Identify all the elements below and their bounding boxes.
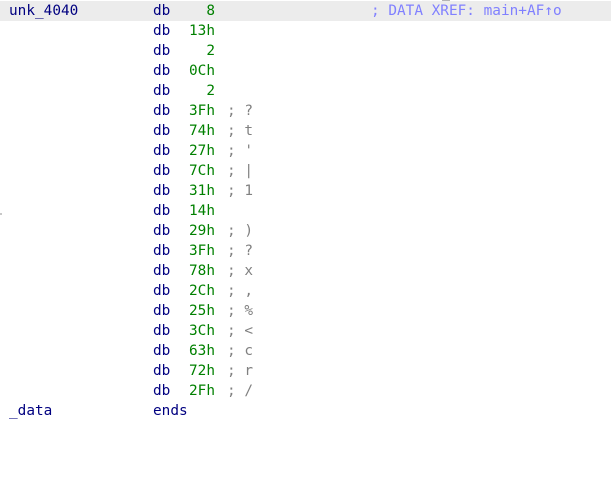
operand: 2Ch bbox=[189, 283, 215, 299]
listing-row-label[interactable]: unk_4040 db 8 ; DATA XREF: main+AF↑o bbox=[0, 1, 611, 21]
scroll-edge-marker bbox=[442, 0, 450, 1]
mnemonic: db bbox=[153, 323, 171, 339]
mnemonic: db bbox=[153, 103, 171, 119]
listing-row[interactable]: db 25h ; % bbox=[0, 301, 611, 321]
operand: 31h bbox=[189, 183, 215, 199]
listing-row[interactable]: db 31h ; 1 bbox=[0, 181, 611, 201]
operand: 3Ch bbox=[189, 323, 215, 339]
operand: 2Fh bbox=[189, 383, 215, 399]
operand: 3Fh bbox=[189, 103, 215, 119]
mnemonic: db bbox=[153, 203, 171, 219]
ascii-comment: ; ? bbox=[227, 243, 253, 259]
mnemonic: db bbox=[153, 243, 171, 259]
mnemonic: db bbox=[153, 343, 171, 359]
mnemonic: db bbox=[153, 383, 171, 399]
mnemonic: db bbox=[153, 23, 171, 39]
mnemonic: db bbox=[153, 163, 171, 179]
segment-name[interactable]: _data bbox=[9, 401, 52, 421]
operand: 3Fh bbox=[189, 243, 215, 259]
ascii-comment: ; % bbox=[227, 303, 253, 319]
listing-row[interactable]: db 2Fh ; / bbox=[0, 381, 611, 401]
operand: 13h bbox=[189, 23, 215, 39]
listing-row[interactable]: db 14h bbox=[0, 201, 611, 221]
mnemonic: db bbox=[153, 223, 171, 239]
ascii-comment: ; ) bbox=[227, 223, 253, 239]
mnemonic: db bbox=[153, 83, 171, 99]
listing-row[interactable]: db 72h ; r bbox=[0, 361, 611, 381]
operand: 2 bbox=[206, 43, 215, 59]
operand: 7Ch bbox=[189, 163, 215, 179]
ascii-comment: ; t bbox=[227, 123, 253, 139]
data-label[interactable]: unk_4040 bbox=[9, 1, 78, 21]
mnemonic: db bbox=[153, 143, 171, 159]
listing-edge-marker bbox=[0, 213, 2, 215]
mnemonic: db bbox=[153, 283, 171, 299]
listing-row[interactable]: db 2 bbox=[0, 41, 611, 61]
ascii-comment: ; 1 bbox=[227, 183, 253, 199]
disassembly-listing[interactable]: unk_4040 db 8 ; DATA XREF: main+AF↑o db … bbox=[0, 1, 611, 421]
operand: 27h bbox=[189, 143, 215, 159]
listing-row[interactable]: db 63h ; c bbox=[0, 341, 611, 361]
operand: 29h bbox=[189, 223, 215, 239]
mnemonic: db bbox=[153, 303, 171, 319]
ascii-comment: ; r bbox=[227, 363, 253, 379]
listing-row[interactable]: db 29h ; ) bbox=[0, 221, 611, 241]
listing-row[interactable]: db 3Fh ; ? bbox=[0, 241, 611, 261]
operand: 2 bbox=[206, 83, 215, 99]
ascii-comment: ; x bbox=[227, 263, 253, 279]
operand: 0Ch bbox=[189, 63, 215, 79]
operand: 14h bbox=[189, 203, 215, 219]
ascii-comment: ; | bbox=[227, 163, 253, 179]
mnemonic: db bbox=[153, 3, 171, 19]
listing-row[interactable]: db 78h ; x bbox=[0, 261, 611, 281]
listing-row[interactable]: db 3Fh ; ? bbox=[0, 101, 611, 121]
listing-row[interactable]: db 2 bbox=[0, 81, 611, 101]
mnemonic: db bbox=[153, 263, 171, 279]
operand: 25h bbox=[189, 303, 215, 319]
operand: 63h bbox=[189, 343, 215, 359]
ascii-comment: ; ' bbox=[227, 143, 253, 159]
listing-row[interactable]: db 13h bbox=[0, 21, 611, 41]
operand: 72h bbox=[189, 363, 215, 379]
mnemonic: db bbox=[153, 123, 171, 139]
mnemonic: db bbox=[153, 363, 171, 379]
ascii-comment: ; , bbox=[227, 283, 253, 299]
mnemonic: db bbox=[153, 43, 171, 59]
ascii-comment: ; c bbox=[227, 343, 253, 359]
segment-end-row[interactable]: _data ends bbox=[0, 401, 611, 421]
listing-row[interactable]: db 27h ; ' bbox=[0, 141, 611, 161]
listing-row[interactable]: db 0Ch bbox=[0, 61, 611, 81]
data-xref-link[interactable]: ; DATA XREF: main+AF↑o bbox=[371, 1, 562, 21]
listing-row[interactable]: db 74h ; t bbox=[0, 121, 611, 141]
ascii-comment: ; < bbox=[227, 323, 253, 339]
operand: 78h bbox=[189, 263, 215, 279]
listing-row[interactable]: db 3Ch ; < bbox=[0, 321, 611, 341]
ascii-comment: ; / bbox=[227, 383, 253, 399]
mnemonic: db bbox=[153, 183, 171, 199]
ascii-comment: ; ? bbox=[227, 103, 253, 119]
listing-row[interactable]: db 7Ch ; | bbox=[0, 161, 611, 181]
mnemonic: db bbox=[153, 63, 171, 79]
operand: 74h bbox=[189, 123, 215, 139]
listing-row[interactable]: db 2Ch ; , bbox=[0, 281, 611, 301]
segment-ends-directive: ends bbox=[153, 403, 188, 419]
operand: 8 bbox=[206, 3, 215, 19]
